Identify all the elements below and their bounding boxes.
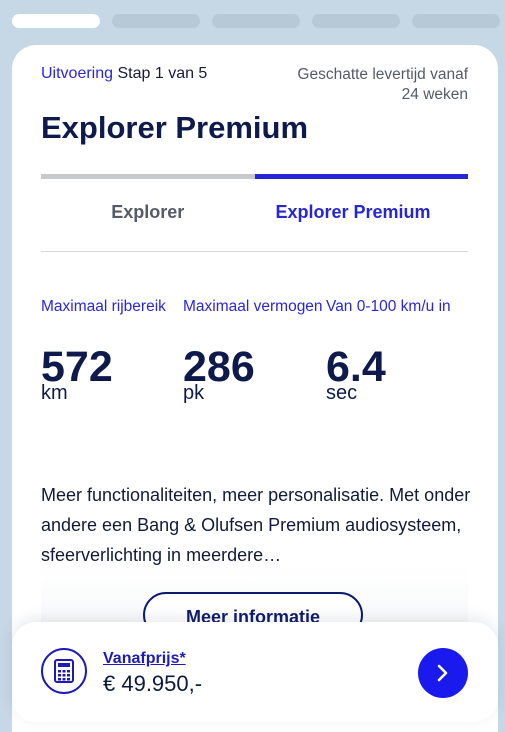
calculator-icon[interactable] <box>41 648 87 694</box>
progress-segment-4 <box>312 14 400 28</box>
spec-acceleration: Van 0-100 km/u in 6.4 sec <box>326 297 476 403</box>
price-value: € 49.950,- <box>103 671 203 696</box>
spec-range: Maximaal rijbereik 572 km <box>41 297 181 403</box>
chevron-right-icon <box>437 664 448 682</box>
step-header: Uitvoering Stap 1 van 5 Geschatte levert… <box>41 45 468 105</box>
phase-label: Uitvoering <box>41 65 114 82</box>
tab-explorer-premium[interactable]: Explorer Premium <box>258 202 448 223</box>
page-title: Explorer Premium <box>41 110 309 145</box>
delivery-estimate: Geschatte levertijd vanaf 24 weken <box>297 65 468 105</box>
tabs-active-indicator <box>254 174 468 179</box>
delivery-line-1: Geschatte levertijd vanaf <box>297 66 468 83</box>
tab-explorer[interactable]: Explorer <box>41 202 255 223</box>
progress-segment-1 <box>12 14 100 28</box>
step-count: Stap 1 van 5 <box>117 65 208 82</box>
delivery-line-2: 24 weken <box>401 86 468 103</box>
card-content: Uitvoering Stap 1 van 5 Geschatte levert… <box>41 45 470 675</box>
price-label-link[interactable]: Vanafprijs* <box>103 650 186 668</box>
spec-list: Maximaal rijbereik 572 km Maximaal vermo… <box>41 297 481 427</box>
progress-segment-3 <box>212 14 300 28</box>
spec-label: Maximaal rijbereik <box>41 298 166 315</box>
spec-power: Maximaal vermogen 286 pk <box>183 297 323 403</box>
step-indicator: Uitvoering Stap 1 van 5 <box>41 65 207 83</box>
trim-tabs: Explorer Explorer Premium <box>41 174 468 252</box>
spec-label: Maximaal vermogen <box>183 298 323 315</box>
step-progress-tracker <box>12 14 500 28</box>
spec-unit: sec <box>326 382 358 404</box>
spec-label: Van 0-100 km/u in <box>326 298 451 315</box>
progress-segment-2 <box>112 14 200 28</box>
next-step-button[interactable] <box>418 648 468 698</box>
trim-description: Meer functionaliteiten, meer personalisa… <box>41 485 471 565</box>
tabs-divider <box>41 251 468 252</box>
price-footer: Vanafprijs* € 49.950,- <box>12 622 498 722</box>
progress-segment-5 <box>412 14 500 28</box>
